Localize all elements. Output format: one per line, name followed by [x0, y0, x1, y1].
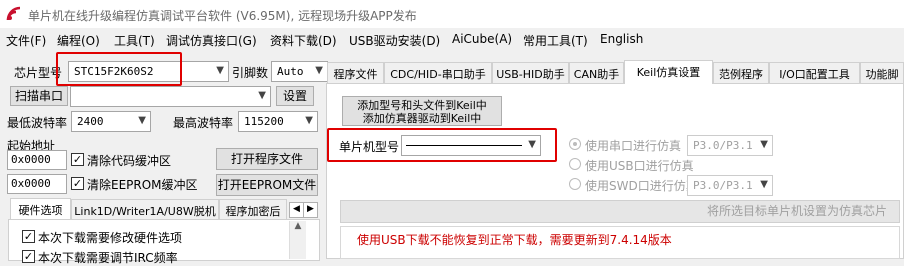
menu-program[interactable]: 编程(O) — [57, 32, 100, 49]
clear-code-label: 清除代码缓冲区 — [87, 154, 172, 168]
options-scrollbar[interactable]: ▲ — [289, 221, 306, 259]
code-address-input[interactable]: 0x0000 — [7, 150, 67, 170]
tab-program-file[interactable]: 程序文件 — [327, 62, 384, 83]
chevron-down-icon: ▼ — [138, 115, 146, 126]
mcu-model-placeholder-line — [406, 145, 522, 146]
add-to-keil-line2: 添加仿真器驱动到Keil中 — [362, 112, 482, 125]
menu-tools[interactable]: 工具(T) — [114, 32, 155, 49]
chevron-down-icon: ▼ — [305, 115, 313, 126]
adjust-irc-checkbox[interactable]: ✓ — [22, 250, 35, 263]
open-program-file-button[interactable]: 打开程序文件 — [216, 148, 318, 170]
scroll-up-icon[interactable]: ▲ — [290, 221, 306, 231]
window-title: 单片机在线升级编程仿真调试平台软件 (V6.95M), 远程现场升级APP发布 — [28, 9, 417, 23]
menu-aicube[interactable]: AiCube(A) — [452, 32, 512, 46]
tab-program-encrypt[interactable]: 程序加密后 — [219, 199, 287, 219]
min-baud-select[interactable]: 2400 ▼ — [71, 111, 151, 132]
radio-usb-label: 使用USB口进行仿真 — [585, 159, 694, 173]
adjust-irc-label: 本次下载需要调节IRC频率 — [38, 251, 178, 265]
usb-warning-text: 使用USB下载不能恢复到正常下载，需要更新到7.4.14版本 — [357, 233, 672, 247]
tab-scroll-right-icon[interactable]: ▶ — [303, 202, 318, 218]
menu-download[interactable]: 资料下载(D) — [270, 32, 337, 49]
clear-eeprom-checkbox[interactable]: ✓ — [71, 177, 84, 190]
tab-keil-emulation[interactable]: Keil仿真设置 — [624, 60, 713, 84]
clear-code-checkbox[interactable]: ✓ — [71, 153, 84, 166]
tab-can[interactable]: CAN助手 — [569, 62, 624, 83]
tab-scroll-left-icon[interactable]: ◀ — [289, 202, 304, 218]
chevron-down-icon: ▼ — [528, 139, 536, 150]
tab-usb-hid[interactable]: USB-HID助手 — [492, 62, 569, 83]
modify-hw-options-checkbox[interactable]: ✓ — [22, 230, 35, 243]
max-baud-label: 最高波特率 — [173, 116, 234, 130]
serial-port-value: P3.0/P3.1 — [693, 139, 753, 152]
serial-port-select[interactable]: P3.0/P3.1 ▼ — [687, 135, 773, 156]
min-baud-label: 最低波特率 — [7, 116, 68, 130]
chip-model-label: 芯片型号 — [14, 66, 63, 80]
open-eeprom-file-button[interactable]: 打开EEPROM文件 — [216, 174, 318, 196]
mcu-model-select[interactable]: ▼ — [401, 135, 541, 156]
tab-hardware-options[interactable]: 硬件选项 — [10, 198, 71, 219]
radio-usb-emulation[interactable] — [569, 158, 581, 170]
radio-serial-label: 使用串口进行仿真 — [585, 139, 682, 153]
eeprom-address-input[interactable]: 0x0000 — [7, 174, 67, 194]
chip-highlight-box — [56, 52, 182, 86]
chevron-down-icon: ▼ — [258, 90, 266, 101]
chevron-down-icon: ▼ — [760, 179, 768, 190]
mcu-model-label: 单片机型号 — [339, 140, 400, 154]
menu-common-tools[interactable]: 常用工具(T) — [523, 32, 588, 49]
add-to-keil-button[interactable]: 添加型号和头文件到Keil中 添加仿真器驱动到Keil中 — [342, 96, 502, 126]
max-baud-select[interactable]: 115200 ▼ — [238, 111, 318, 132]
swd-port-value: P3.0/P3.1 — [693, 179, 753, 192]
radio-serial-emulation[interactable] — [569, 138, 581, 150]
set-emulator-chip-button[interactable]: 将所选目标单片机设置为仿真芯片 — [340, 200, 900, 223]
radio-swd-label: 使用SWD口进行仿真 — [585, 179, 698, 193]
app-wifi-icon — [6, 6, 21, 21]
pin-count-label: 引脚数 — [232, 66, 269, 80]
modify-hw-options-label: 本次下载需要修改硬件选项 — [38, 231, 183, 245]
pin-count-value: Auto — [277, 65, 304, 78]
tab-example-programs[interactable]: 范例程序 — [713, 62, 769, 83]
swd-port-select[interactable]: P3.0/P3.1 ▼ — [687, 175, 773, 196]
add-to-keil-line1: 添加型号和头文件到Keil中 — [357, 99, 487, 112]
chevron-down-icon: ▼ — [216, 65, 224, 76]
menu-usb-driver[interactable]: USB驱动安装(D) — [349, 32, 440, 49]
menu-debug[interactable]: 调试仿真接口(G) — [166, 32, 257, 49]
radio-swd-emulation[interactable] — [569, 178, 581, 190]
min-baud-value: 2400 — [77, 115, 104, 128]
menu-english[interactable]: English — [600, 32, 643, 46]
tab-offline-writer[interactable]: Link1D/Writer1A/U8W脱机 — [71, 199, 219, 219]
chevron-down-icon: ▼ — [315, 65, 323, 76]
title-bar: 单片机在线升级编程仿真调试平台软件 (V6.95M), 远程现场升级APP发布 — [0, 0, 904, 28]
clear-eeprom-label: 清除EEPROM缓冲区 — [87, 178, 198, 192]
tab-io-config[interactable]: I/O口配置工具 — [769, 62, 860, 83]
scan-port-button[interactable]: 扫描串口 — [10, 86, 68, 106]
pin-count-select[interactable]: Auto ▼ — [271, 61, 328, 82]
chevron-down-icon: ▼ — [760, 139, 768, 150]
port-select[interactable]: ▼ — [70, 86, 271, 107]
settings-button[interactable]: 设置 — [276, 86, 314, 106]
max-baud-value: 115200 — [244, 115, 284, 128]
tab-function-pin[interactable]: 功能脚 — [860, 62, 904, 83]
menu-file[interactable]: 文件(F) — [6, 32, 46, 49]
tab-cdc-hid-serial[interactable]: CDC/HID-串口助手 — [384, 62, 492, 83]
